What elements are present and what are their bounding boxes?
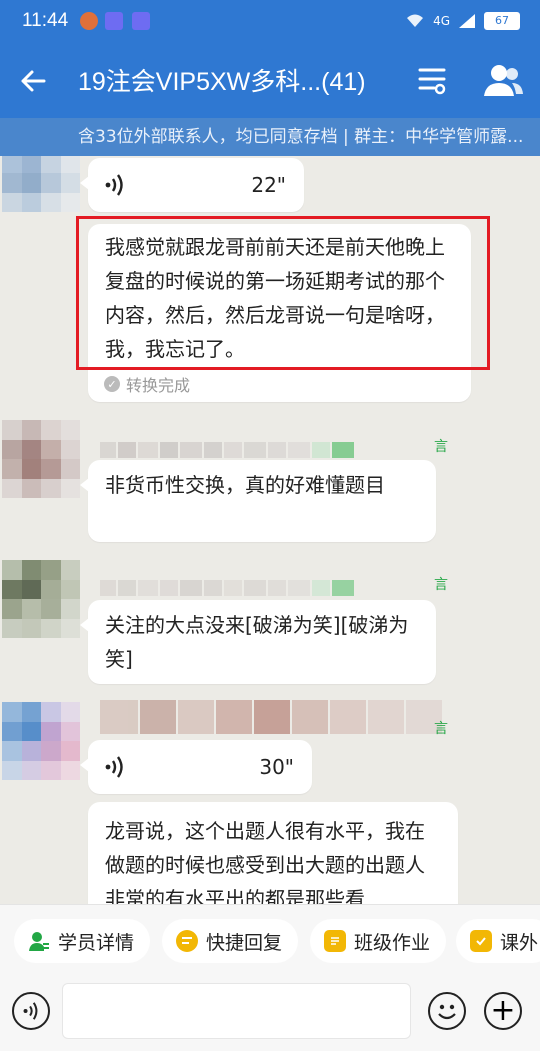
quick-action-bar[interactable]: 学员详情 快捷回复 班级作业 课外 — [0, 904, 540, 977]
notification-app-icon — [105, 12, 123, 30]
voice-input-icon[interactable] — [12, 992, 50, 1030]
voice-message[interactable]: 22" — [80, 158, 304, 212]
tab-label: 班级作业 — [354, 931, 431, 954]
message-input-bar: + — [0, 976, 540, 1051]
quick-reply-icon — [176, 930, 198, 952]
highlight-box — [76, 216, 490, 370]
role-tag: 言 — [434, 721, 448, 737]
transcription-message[interactable]: 龙哥说，这个出题人很有水平，我在做题的时候也感受到出大题的出题人非常的有水平出的… — [88, 802, 458, 904]
battery-level: 67 — [484, 12, 520, 30]
chat-header: 19注会VIP5XW多科...(41) — [0, 44, 540, 118]
group-settings-icon[interactable] — [418, 66, 446, 96]
class-homework-tab[interactable]: 班级作业 — [310, 919, 447, 963]
avatar[interactable] — [2, 560, 80, 638]
avatar[interactable] — [2, 156, 80, 212]
notification-app-icon — [132, 12, 150, 30]
network-type: 4G — [433, 14, 450, 28]
group-members-icon[interactable] — [484, 64, 524, 98]
student-detail-icon — [28, 930, 50, 952]
status-indicators: 4G 67 — [405, 12, 520, 30]
extracurricular-tab[interactable]: 课外 — [456, 919, 540, 963]
message-text: 龙哥说，这个出题人很有水平，我在做题的时候也感受到出大题的出题人非常的有水平出的… — [105, 819, 425, 904]
sender-name-redacted — [100, 442, 354, 458]
role-tag: 言 — [434, 439, 448, 455]
chat-title: 19注会VIP5XW多科...(41) — [78, 68, 366, 96]
conversion-status: ✓ 转换完成 — [104, 372, 190, 396]
message-input[interactable] — [62, 983, 411, 1039]
status-bar: 11:44 4G 67 — [0, 0, 540, 44]
group-notice-text: 含33位外部联系人，均已同意存档 | 群主：中华学管师露... — [78, 127, 524, 147]
back-arrow-icon[interactable] — [18, 66, 48, 96]
student-detail-tab[interactable]: 学员详情 — [14, 919, 151, 963]
sender-name-redacted — [100, 580, 354, 596]
group-notice-bar[interactable]: 含33位外部联系人，均已同意存档 | 群主：中华学管师露... — [0, 118, 540, 156]
voice-wave-icon — [105, 756, 123, 778]
voice-duration: 30" — [259, 755, 294, 779]
wifi-icon — [407, 14, 424, 27]
text-message[interactable]: 非货币性交换，真的好难懂题目 — [80, 460, 436, 542]
voice-message[interactable]: 30" — [80, 740, 312, 794]
sender-name-redacted — [100, 700, 442, 734]
message-text: 关注的大点没来[破涕为笑][破涕为笑] — [105, 613, 409, 671]
tab-label: 快捷回复 — [206, 931, 283, 954]
status-time: 11:44 — [22, 10, 69, 31]
extracurricular-icon — [470, 930, 492, 952]
notification-app-icon — [80, 12, 98, 30]
role-tag: 言 — [434, 577, 448, 593]
add-attachment-icon[interactable]: + — [484, 992, 522, 1030]
conversion-status-text: 转换完成 — [126, 376, 191, 395]
tab-label: 学员详情 — [58, 931, 135, 954]
emoji-icon[interactable] — [428, 992, 466, 1030]
chat-message-list[interactable]: 22" 我感觉就跟龙哥前前天还是前天他晚上复盘的时候说的第一场延期考试的那个内容… — [0, 156, 540, 904]
avatar[interactable] — [2, 702, 80, 780]
avatar[interactable] — [2, 420, 80, 498]
message-text: 非货币性交换，真的好难懂题目 — [105, 473, 385, 497]
text-message[interactable]: 关注的大点没来[破涕为笑][破涕为笑] — [80, 600, 436, 684]
signal-icon — [459, 14, 475, 28]
class-homework-icon — [324, 930, 346, 952]
check-icon: ✓ — [104, 376, 120, 392]
quick-reply-tab[interactable]: 快捷回复 — [162, 919, 299, 963]
voice-wave-icon — [105, 174, 123, 196]
tab-label: 课外 — [500, 931, 539, 954]
voice-duration: 22" — [251, 173, 286, 197]
